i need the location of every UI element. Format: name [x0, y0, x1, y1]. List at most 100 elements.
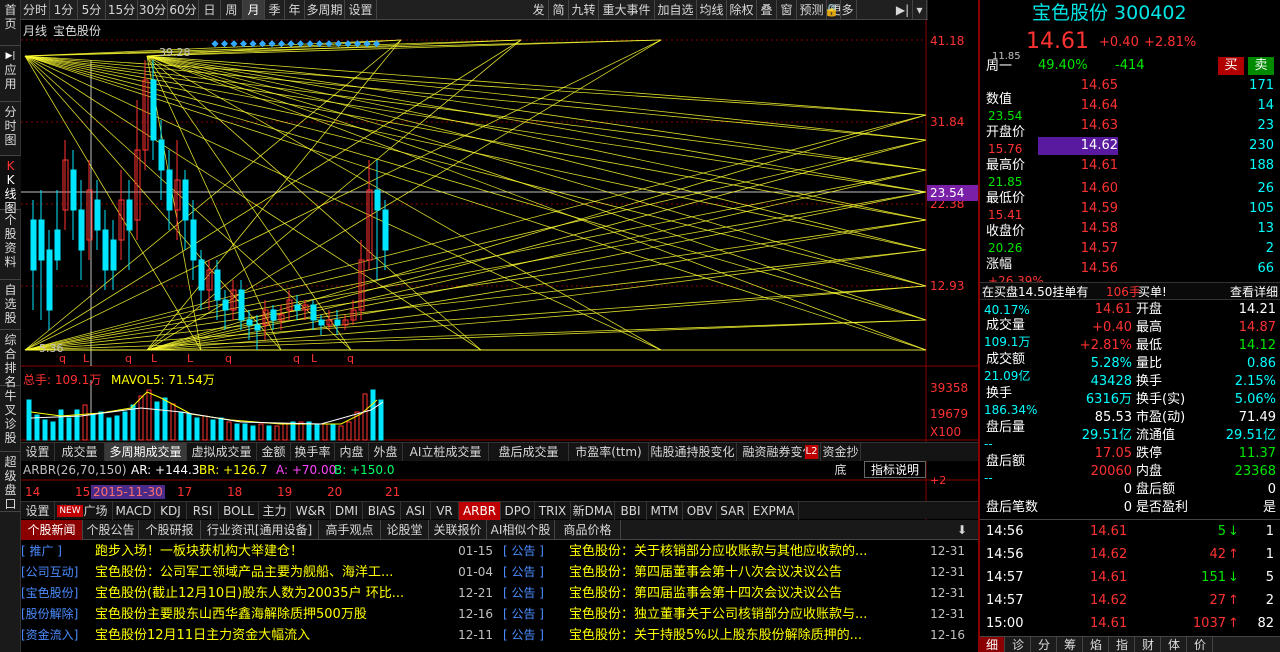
nav-item-2[interactable]: 分时图 — [0, 102, 21, 156]
chart-tab-10[interactable]: 市盈率(ttm) — [569, 443, 649, 461]
chart-tab-4[interactable]: 金额 — [257, 443, 291, 461]
chart-tab-2[interactable]: 多周期成交量 — [105, 443, 187, 461]
indicator-tab-9[interactable]: BIAS — [363, 502, 401, 520]
toolbar-right-0[interactable]: 发 — [529, 0, 549, 20]
indicator-tab-11[interactable]: VR — [431, 502, 459, 520]
chart-tab-13[interactable]: 资金抄底 — [821, 443, 861, 477]
chart-tab-7[interactable]: 外盘 — [369, 443, 403, 461]
period-9[interactable]: 季 — [265, 0, 285, 20]
news-left-row-0[interactable]: [ 推广 ] 跑步入场！一板块获机构大举建仓！ 01-15 — [21, 541, 499, 562]
quote-tab-7[interactable]: 体 — [1162, 637, 1187, 652]
period-1[interactable]: 1分 — [50, 0, 78, 20]
view-detail-link[interactable]: 查看详细 — [1230, 283, 1278, 301]
sell-button[interactable]: 卖 — [1248, 57, 1274, 75]
quote-tab-0[interactable]: 细 — [980, 637, 1005, 652]
chart-tab-5[interactable]: 换手率 — [291, 443, 335, 461]
quote-tab-2[interactable]: 分 — [1032, 637, 1057, 652]
indicator-tab-0[interactable]: 设置 — [21, 502, 55, 520]
lock-icon[interactable]: 🔒 — [823, 0, 841, 20]
news-right-title-4[interactable]: 宝色股份：关于持股5%以上股东股份解除质押的... — [569, 625, 929, 646]
toolbar-right-7[interactable]: 叠 — [757, 0, 777, 20]
nav-item-0[interactable]: 首页 — [0, 0, 21, 46]
toolbar-right-6[interactable]: 除权 — [727, 0, 757, 20]
nav-item-6[interactable]: 综合排名 — [0, 330, 21, 389]
indicator-explain-button[interactable]: 指标说明 — [864, 461, 926, 478]
news-right-title-3[interactable]: 宝色股份：独立董事关于公司核销部分应收账款与... — [569, 604, 929, 625]
buy-notice-bar[interactable]: 在买盘14.50挂单有 106手 买单! 查看详细 — [980, 282, 1280, 300]
quote-tab-5[interactable]: 指 — [1110, 637, 1135, 652]
toolbar-right-3[interactable]: 重大事件 — [599, 0, 655, 20]
book-price-9[interactable]: 14.56 — [1078, 260, 1118, 278]
book-price-4[interactable]: 14.61 — [1078, 157, 1118, 175]
quote-tab-1[interactable]: 诊 — [1006, 637, 1031, 652]
indicator-tab-3[interactable]: KDJ — [155, 502, 187, 520]
period-0[interactable]: 分时 — [21, 0, 50, 20]
toolbar-right-4[interactable]: 加自选 — [655, 0, 697, 20]
book-price-8[interactable]: 14.57 — [1078, 240, 1118, 258]
book-price-2[interactable]: 14.63 — [1078, 117, 1118, 135]
period-2[interactable]: 5分 — [78, 0, 106, 20]
period-4[interactable]: 30分 — [138, 0, 168, 20]
nav-item-5[interactable]: 自选股 — [0, 280, 21, 330]
nav-item-7[interactable]: 牛叉诊股 — [0, 386, 21, 452]
news-right-title-2[interactable]: 宝色股份：第四届监事会第十四次会议决议公告 — [569, 583, 929, 604]
news-left-title-1[interactable]: 宝色股份：公司军工领域产品主要为舰船、海洋工... — [95, 562, 453, 583]
news-tab-8[interactable]: 商品价格 — [555, 520, 621, 540]
period-11[interactable]: 多周期 — [305, 0, 345, 20]
quote-tab-6[interactable]: 财 — [1136, 637, 1161, 652]
period-6[interactable]: 日 — [199, 0, 221, 20]
quote-tab-8[interactable]: 价 — [1188, 637, 1213, 652]
indicator-tab-17[interactable]: MTM — [647, 502, 683, 520]
period-7[interactable]: 周 — [221, 0, 243, 20]
book-price-0[interactable]: 14.65 — [1078, 77, 1118, 95]
news-tab-7[interactable]: AI相似个股 — [487, 520, 555, 540]
chart-tab-6[interactable]: 内盘 — [335, 443, 369, 461]
period-8[interactable]: 月 — [243, 0, 265, 20]
chart-tab-0[interactable]: 设置 — [21, 443, 55, 461]
nav-item-8[interactable]: 超级盘口 — [0, 452, 21, 512]
indicator-tab-14[interactable]: TRIX — [535, 502, 571, 520]
nav-item-4[interactable]: 个股资料 — [0, 210, 21, 280]
news-left-title-4[interactable]: 宝色股份12月11日主力资金大幅流入 — [95, 625, 453, 646]
news-right-row-1[interactable]: [ 公告 ] 宝色股份：第四届董事会第十八次会议决议公告 12-31 — [503, 562, 978, 583]
chart-tab-11[interactable]: 陆股通持股变化 — [649, 443, 737, 461]
buy-button[interactable]: 买 — [1218, 57, 1244, 75]
indicator-tab-12[interactable]: ARBR — [459, 502, 501, 520]
indicator-tab-13[interactable]: DPO — [501, 502, 535, 520]
chart-tab-9[interactable]: 盘后成交量 — [489, 443, 569, 461]
indicator-tab-5[interactable]: BOLL — [219, 502, 259, 520]
news-right-row-2[interactable]: [ 公告 ] 宝色股份：第四届监事会第十四次会议决议公告 12-31 — [503, 583, 978, 604]
indicator-tab-6[interactable]: 主力 — [259, 502, 291, 520]
period-5[interactable]: 60分 — [168, 0, 199, 20]
period-3[interactable]: 15分 — [106, 0, 138, 20]
news-right-row-0[interactable]: [ 公告 ] 宝色股份：关于核销部分应收账款与其他应收款的... 12-31 — [503, 541, 978, 562]
news-tab-5[interactable]: 论股堂 — [381, 520, 429, 540]
news-right-row-4[interactable]: [ 公告 ] 宝色股份：关于持股5%以上股东股份解除质押的... 12-16 — [503, 625, 978, 646]
toolbar-right-5[interactable]: 均线 — [697, 0, 727, 20]
indicator-tab-10[interactable]: ASI — [401, 502, 431, 520]
indicator-tab-20[interactable]: EXPMA — [749, 502, 799, 520]
news-left-row-2[interactable]: [宝色股份] 宝色股份(截止12月10日)股东人数为20035户 环比... 12-… — [21, 583, 499, 604]
chart-tab-3[interactable]: 虚拟成交量 — [187, 443, 257, 461]
indicator-tab-7[interactable]: W&R — [291, 502, 331, 520]
toolbar-right-1[interactable]: 简 — [549, 0, 569, 20]
news-right-title-0[interactable]: 宝色股份：关于核销部分应收账款与其他应收款的... — [569, 541, 929, 562]
indicator-tab-16[interactable]: BBI — [615, 502, 647, 520]
news-left-row-4[interactable]: [资金流入] 宝色股份12月11日主力资金大幅流入 12-11 — [21, 625, 499, 646]
news-left-row-3[interactable]: [股份解除] 宝色股份主要股东山西华鑫海解除质押500万股 12-16 — [21, 604, 499, 625]
indicator-tab-8[interactable]: DMI — [331, 502, 363, 520]
news-tab-0[interactable]: 个股新闻 — [21, 520, 83, 540]
kline-chart-area[interactable]: qLqLLqqLq 月线 宝色股份 39.28 5.36 41.18 31.84… — [21, 20, 978, 520]
nav-item-3[interactable]: K K线图 — [0, 156, 21, 215]
book-price-1[interactable]: 14.64 — [1078, 97, 1118, 115]
news-download-icon[interactable]: ⬇ — [951, 520, 973, 540]
indicator-tab-18[interactable]: OBV — [683, 502, 717, 520]
indicator-tab-19[interactable]: SAR — [717, 502, 749, 520]
news-left-title-3[interactable]: 宝色股份主要股东山西华鑫海解除质押500万股 — [95, 604, 453, 625]
news-right-title-1[interactable]: 宝色股份：第四届董事会第十八次会议决议公告 — [569, 562, 929, 583]
quote-tab-4[interactable]: 焰 — [1084, 637, 1109, 652]
book-price-3[interactable]: 14.62 — [1038, 137, 1118, 155]
toolbar-right-8[interactable]: 窗 — [777, 0, 797, 20]
book-price-7[interactable]: 14.58 — [1078, 220, 1118, 238]
pin-icon[interactable]: ▶| — [893, 0, 913, 20]
